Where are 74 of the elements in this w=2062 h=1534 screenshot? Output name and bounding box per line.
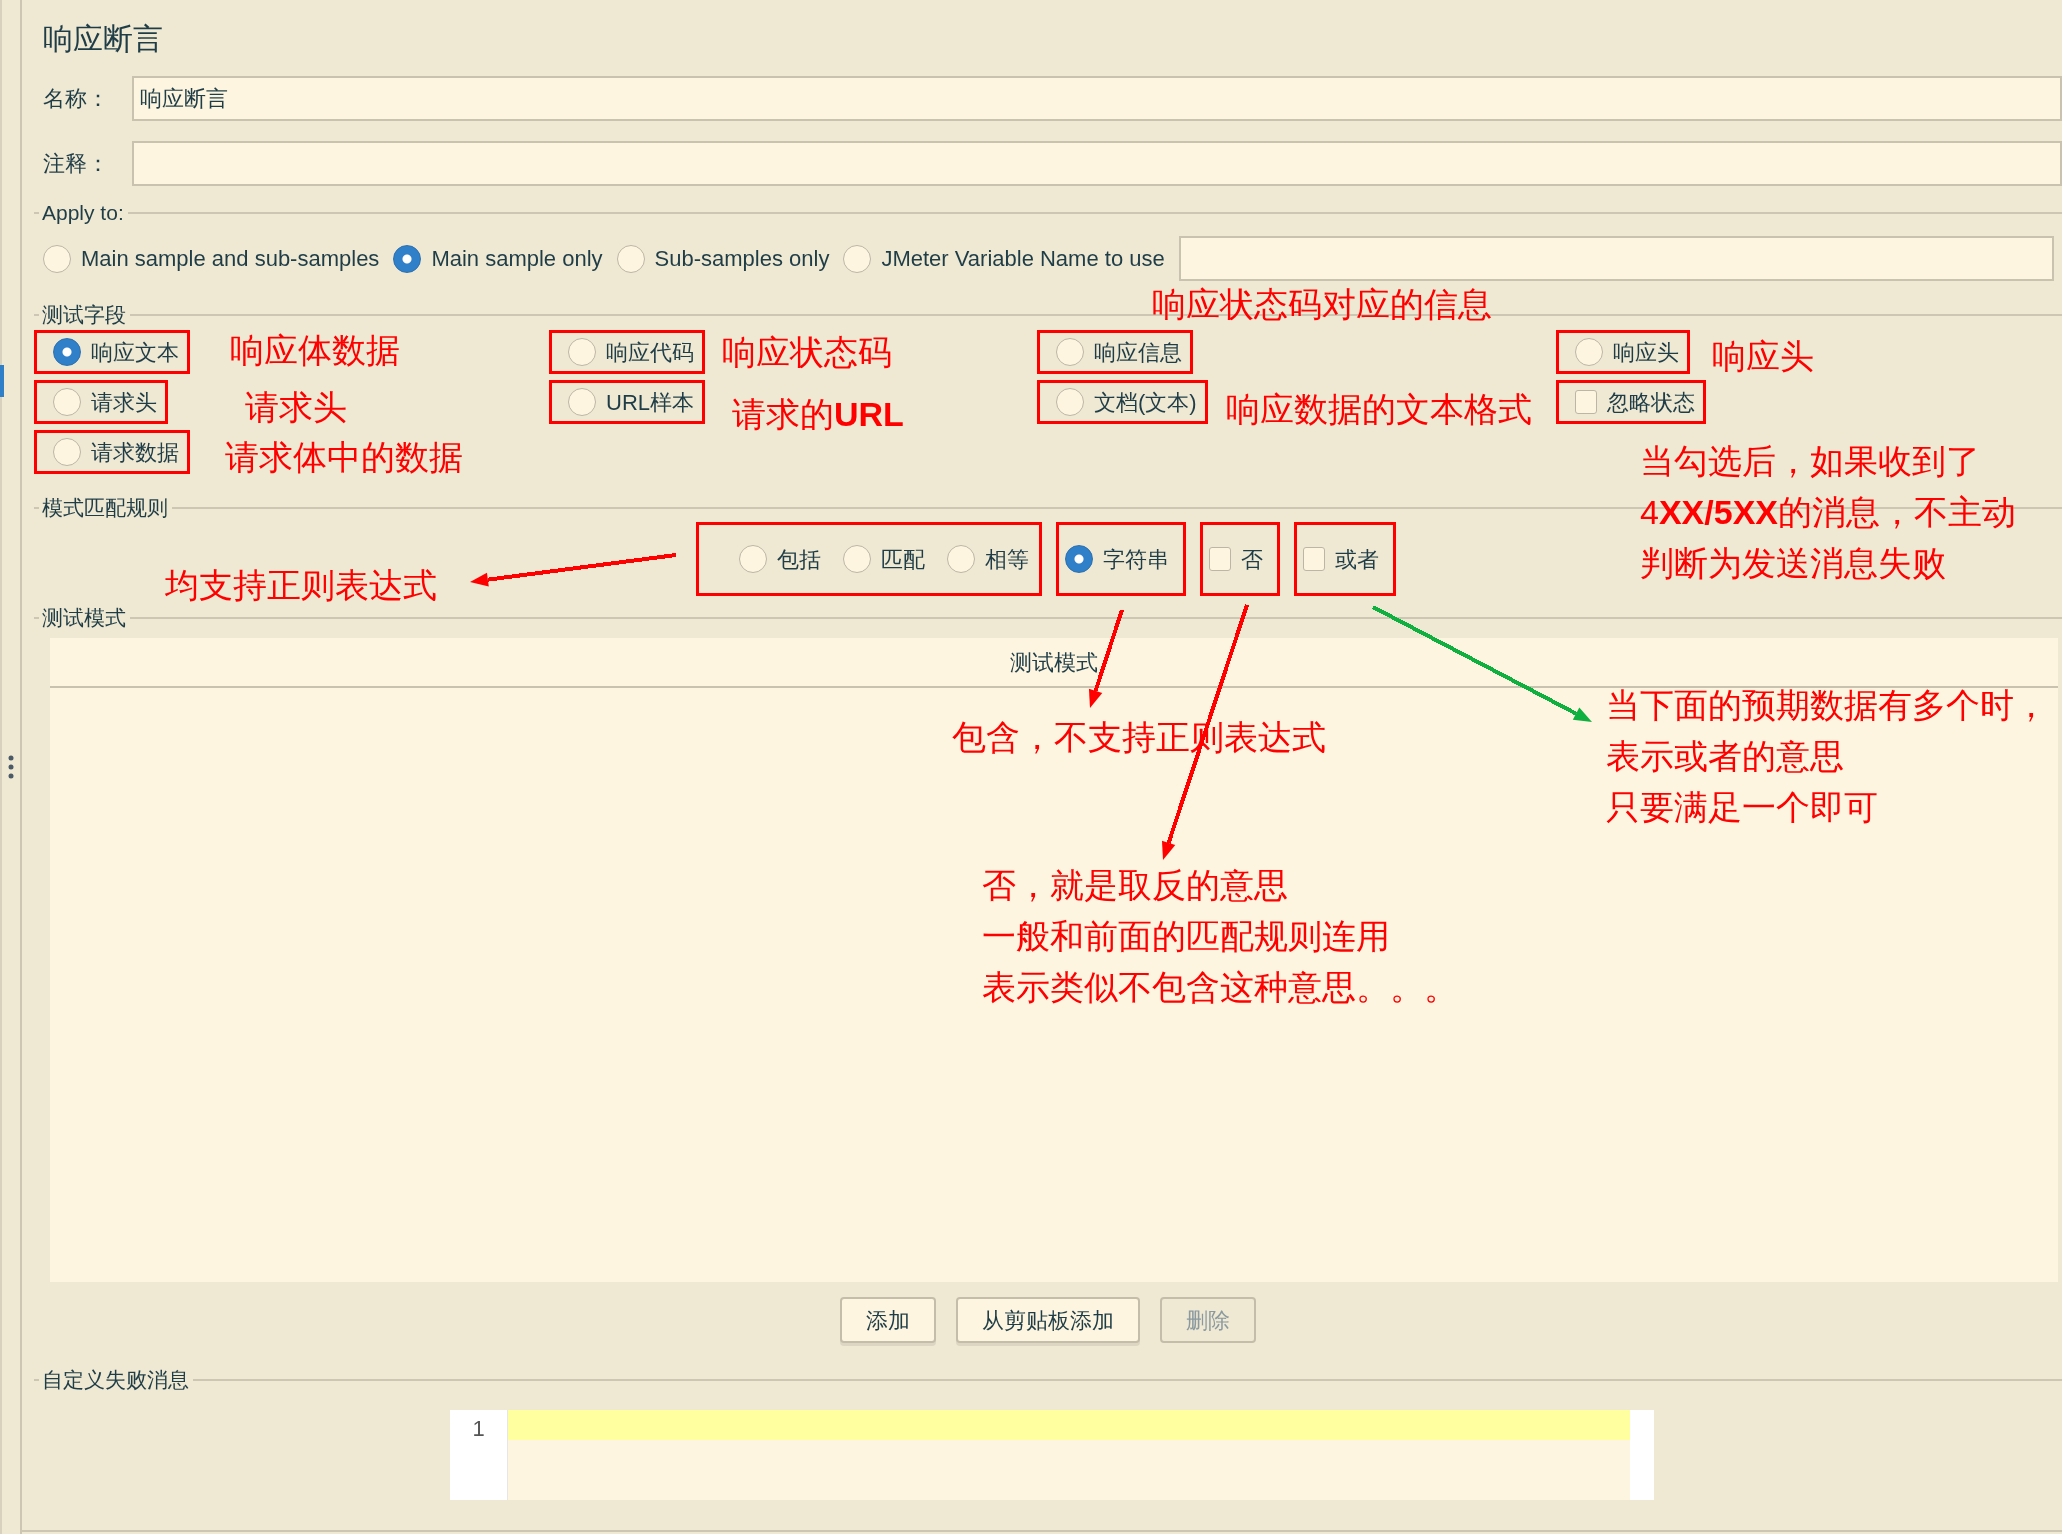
section-legend: 模式匹配规则 [42, 492, 168, 524]
option-label[interactable]: 否 [1241, 542, 1263, 576]
radio-button[interactable] [568, 338, 596, 366]
annotation-text: 响应状态码对应的信息 [1152, 284, 1492, 325]
section-legend: 测试字段 [42, 299, 126, 331]
action-button[interactable]: 从剪贴板添加 [956, 1297, 1140, 1343]
option-label[interactable]: 响应头 [1613, 335, 1679, 369]
option-label[interactable]: 请求数据 [91, 435, 179, 469]
annotation-text: 响应状态码 [722, 332, 892, 373]
line-number: 1 [471, 1415, 486, 1443]
message-editor[interactable] [508, 1410, 1630, 1500]
radio-button[interactable] [616, 244, 645, 273]
radio-button[interactable] [1056, 388, 1084, 416]
option-label[interactable]: 字符串 [1103, 542, 1169, 576]
section-legend: Apply to: [42, 197, 124, 229]
selection-marker [0, 365, 4, 397]
option-label[interactable]: 包括 [777, 542, 821, 576]
option-label[interactable]: Sub-samples only [654, 242, 830, 275]
annotation-text: 响应头 [1712, 336, 1814, 377]
radio-button[interactable] [739, 545, 767, 573]
option-label[interactable]: 匹配 [881, 542, 925, 576]
option-label[interactable]: Main sample and sub-samples [81, 242, 380, 275]
action-button[interactable]: 添加 [840, 1297, 936, 1343]
option-label[interactable]: 相等 [985, 542, 1029, 576]
option-label[interactable]: 文档(文本) [1094, 385, 1197, 419]
radio-button[interactable] [53, 338, 81, 366]
annotation-text: 请求体中的数据 [225, 437, 463, 478]
radio-button[interactable] [43, 244, 71, 273]
radio-button[interactable] [1575, 338, 1603, 366]
annotation-text: 响应数据的文本格式 [1226, 389, 1532, 430]
annotation-text: 请求的URL [732, 394, 904, 435]
annotation-text: 表示类似不包含这种意思。。。 [982, 967, 1458, 1008]
option-label[interactable]: 或者 [1335, 542, 1379, 576]
grip-icon[interactable] [7, 754, 15, 780]
column-header: 测试模式 [1010, 648, 1098, 677]
radio-button[interactable] [843, 545, 871, 573]
annotation-text: 只要满足一个即可 [1606, 787, 1879, 828]
radio-button[interactable] [393, 244, 422, 273]
annotation-text: 请求头 [245, 387, 347, 428]
text-field[interactable] [132, 141, 2062, 186]
checkbox[interactable] [1575, 390, 1597, 414]
text-field[interactable] [1178, 236, 2054, 281]
section-legend: 测试模式 [42, 602, 126, 634]
option-label[interactable]: JMeter Variable Name to use [881, 242, 1165, 275]
annotation-text: 响应体数据 [230, 330, 400, 371]
radio-button[interactable] [843, 244, 872, 273]
annotation-text: 均支持正则表达式 [165, 565, 437, 606]
annotation-text: 判断为发送消息失败 [1640, 543, 1947, 584]
radio-button[interactable] [947, 545, 975, 573]
checkbox[interactable] [1303, 547, 1325, 571]
annotation-text: 当勾选后，如果收到了 [1640, 441, 1981, 482]
annotation-text: 否，就是取反的意思 [982, 865, 1289, 906]
option-label[interactable]: 响应信息 [1094, 335, 1182, 369]
radio-button[interactable] [53, 388, 81, 416]
field-label: 名称： [42, 85, 110, 113]
option-label[interactable]: 响应文本 [91, 335, 179, 369]
annotation-text: 一般和前面的匹配规则连用 [982, 916, 1391, 957]
section-legend: 自定义失败消息 [42, 1364, 189, 1396]
annotation-text: 当下面的预期数据有多个时， [1606, 685, 2048, 726]
annotation-text: 4XX/5XX的消息，不主动 [1640, 492, 2016, 533]
radio-button[interactable] [1056, 338, 1084, 366]
radio-button[interactable] [1065, 545, 1093, 573]
annotation-text: 表示或者的意思 [1606, 736, 1845, 777]
option-label[interactable]: 响应代码 [606, 335, 694, 369]
option-label[interactable]: Main sample only [431, 242, 603, 275]
panel-title: 响应断言 [42, 21, 164, 57]
radio-button[interactable] [53, 438, 81, 466]
option-label[interactable]: 忽略状态 [1607, 385, 1695, 419]
option-label[interactable]: 请求头 [91, 385, 157, 419]
field-label: 注释： [42, 150, 110, 178]
text-field[interactable]: 响应断言 [132, 76, 2062, 121]
option-label[interactable]: URL样本 [606, 385, 694, 419]
checkbox[interactable] [1209, 547, 1231, 571]
radio-button[interactable] [568, 388, 596, 416]
